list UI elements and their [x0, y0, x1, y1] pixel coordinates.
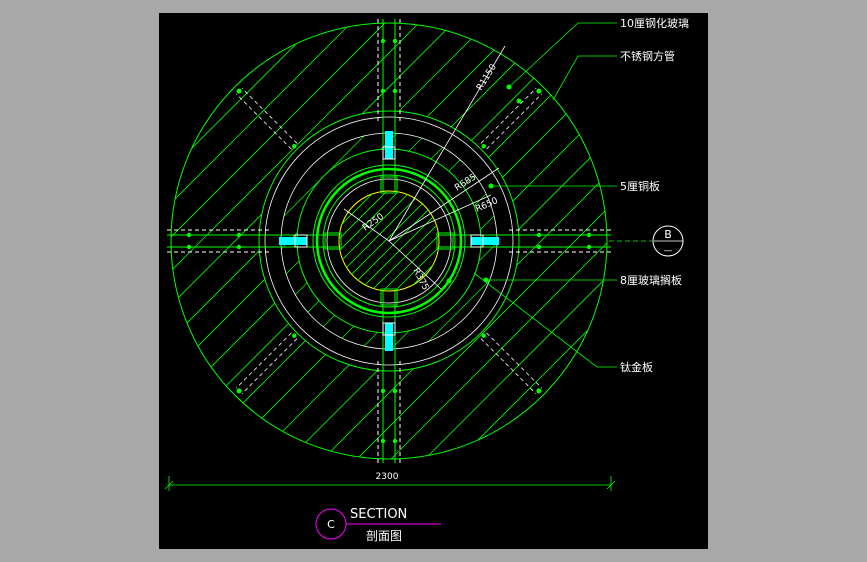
strut-line	[235, 93, 292, 150]
strut-dot	[292, 144, 297, 149]
arm-cyan	[385, 131, 393, 159]
arm-dot	[380, 388, 386, 394]
callout-stainless-tube: 不锈钢方管	[620, 49, 675, 63]
hatch-line	[606, 23, 607, 459]
arm-dot	[380, 438, 386, 444]
ref-marker: B —	[609, 225, 684, 257]
callout-glass-10: 10厘钢化玻璃	[620, 16, 689, 30]
strut-line	[480, 87, 537, 144]
arm-dot	[186, 232, 192, 238]
strut-line	[241, 338, 298, 395]
strut-dot	[536, 88, 542, 94]
arm-dot	[586, 232, 592, 238]
strut-line	[486, 332, 543, 389]
strut-line	[235, 332, 292, 389]
strut-dot	[536, 388, 542, 394]
arm-dot	[392, 438, 398, 444]
dimension-width: 2300	[376, 472, 399, 482]
section-marker: C SECTION 剖面图	[315, 507, 441, 543]
strut-line	[486, 93, 543, 150]
section-drawing: R1150 R685 R650 R250 R375 10厘钢化玻璃 不锈钢方管 …	[164, 16, 689, 543]
arm-dot	[536, 244, 542, 250]
arm-dot	[536, 232, 542, 238]
strut-dot	[292, 333, 297, 338]
arm-dot	[186, 244, 192, 250]
strut-line	[480, 338, 537, 395]
arm-dot	[392, 38, 398, 44]
label-r1150: R1150	[475, 62, 499, 92]
ref-marker-letter: B	[664, 228, 672, 241]
strut-dot	[481, 144, 486, 149]
arm-dot	[586, 244, 592, 250]
section-title: SECTION	[350, 507, 407, 522]
arm-cyan	[471, 237, 499, 245]
arm-dot	[380, 38, 386, 44]
arm-cyan	[279, 237, 307, 245]
ref-marker-dash: —	[664, 246, 673, 256]
arm-dot	[236, 244, 242, 250]
section-letter: C	[327, 518, 335, 531]
strut-dot	[481, 333, 486, 338]
callout-copper-5: 5厘铜板	[620, 179, 660, 193]
cad-canvas: R1150 R685 R650 R250 R375 10厘钢化玻璃 不锈钢方管 …	[159, 13, 708, 549]
arm-dot	[392, 88, 398, 94]
strut-dot	[236, 388, 242, 394]
arm-cyan	[385, 323, 393, 351]
arm-dot	[392, 388, 398, 394]
strut-line	[241, 87, 298, 144]
strut-dot	[236, 88, 242, 94]
arm-dot	[236, 232, 242, 238]
callout-titanium: 钛金板	[620, 360, 653, 374]
callout-glass-8: 8厘玻璃搁板	[620, 273, 682, 287]
arm-dot	[380, 88, 386, 94]
section-subtitle: 剖面图	[366, 529, 402, 543]
